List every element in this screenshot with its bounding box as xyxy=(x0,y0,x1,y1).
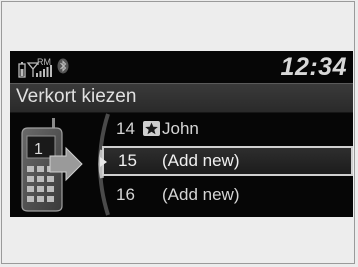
roaming-label: RM xyxy=(37,57,51,67)
entry-name: John xyxy=(162,119,199,138)
entry-number: 14 xyxy=(116,119,135,138)
battery-icon xyxy=(18,62,26,78)
status-bar: RM 12:34 xyxy=(10,51,353,83)
entry-number: 15 xyxy=(118,151,137,170)
speed-dial-content: 1 14 John 15 (Add new) 16 (Add new) xyxy=(10,112,353,217)
clock: 12:34 xyxy=(280,53,347,81)
display-screen: RM 12:34 Verkort kiezen 1 14 John 15 (Ad… xyxy=(10,51,353,217)
screen-title-bar: Verkort kiezen xyxy=(10,83,353,113)
list-item[interactable]: 16 (Add new) xyxy=(102,180,353,210)
svg-text:1: 1 xyxy=(34,141,43,158)
phone-transfer-illustration: 1 xyxy=(10,114,98,214)
screen-title: Verkort kiezen xyxy=(16,86,137,107)
bluetooth-icon xyxy=(57,58,69,74)
speed-dial-list: 14 John 15 (Add new) 16 (Add new) xyxy=(100,112,353,217)
star-icon xyxy=(143,121,160,136)
list-item-selected[interactable]: 15 (Add new) xyxy=(100,146,353,176)
entry-name: (Add new) xyxy=(162,151,240,170)
entry-name: (Add new) xyxy=(162,185,240,204)
status-icons: RM xyxy=(18,57,108,79)
entry-number: 16 xyxy=(116,185,135,204)
selection-cursor-icon xyxy=(100,157,107,167)
list-item[interactable]: 14 John xyxy=(102,114,353,144)
